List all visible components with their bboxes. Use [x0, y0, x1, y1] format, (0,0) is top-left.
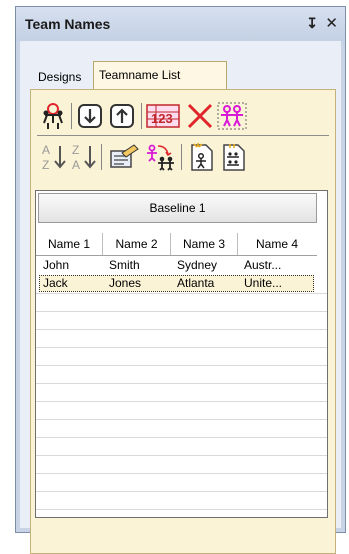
- renumber-icon: 123: [146, 104, 180, 128]
- close-icon[interactable]: ✕: [325, 14, 338, 32]
- table-cell[interactable]: Austr...: [244, 258, 281, 272]
- sort-desc-bottom: A: [72, 158, 80, 172]
- select-all-people-button[interactable]: [217, 99, 247, 133]
- header-divider: [36, 255, 317, 256]
- row-divider: [36, 365, 327, 366]
- tab-designs[interactable]: Designs: [33, 65, 97, 89]
- toolbar-separator: [141, 103, 142, 129]
- panel-body: Designs Teamname List 123 A Z Z A Baseli…: [20, 41, 341, 554]
- sort-descending-button[interactable]: Z A: [69, 140, 99, 174]
- move-up-button[interactable]: [107, 99, 137, 133]
- toolbar-separator: [101, 144, 102, 170]
- sort-ascending-icon: A Z: [42, 143, 66, 172]
- tab-teamname-list[interactable]: Teamname List: [93, 61, 227, 90]
- row-divider: [36, 455, 327, 456]
- import-button[interactable]: [187, 140, 217, 174]
- sort-desc-top: Z: [72, 143, 79, 157]
- toolbar-row-1: 123: [37, 99, 329, 133]
- move-up-icon: [110, 104, 134, 128]
- toolbar-separator: [71, 103, 72, 129]
- swap-people-button[interactable]: [143, 140, 177, 174]
- toolbar-row-2: A Z Z A: [37, 140, 329, 174]
- teamname-list-panel: 123 A Z Z A Baseline 1 Name 1 Name 2 Nam…: [30, 89, 336, 554]
- table-cell[interactable]: Unite...: [244, 276, 282, 290]
- column-header-name-3[interactable]: Name 3: [171, 233, 238, 255]
- move-down-button[interactable]: [75, 99, 105, 133]
- pin-icon[interactable]: ↧: [306, 15, 318, 32]
- edit-sheet-icon: [110, 144, 139, 168]
- title-bar: Team Names ↧ ✕: [16, 7, 345, 41]
- svg-text:123: 123: [151, 111, 173, 126]
- import-icon: [191, 143, 213, 171]
- sort-descending-icon: Z A: [72, 143, 96, 172]
- delete-button[interactable]: [185, 99, 215, 133]
- export-button[interactable]: [219, 140, 249, 174]
- row-divider: [36, 383, 327, 384]
- renumber-button[interactable]: 123: [145, 99, 181, 133]
- table-cell[interactable]: Sydney: [177, 258, 217, 272]
- sort-ascending-button[interactable]: A Z: [39, 140, 69, 174]
- export-icon: [223, 144, 245, 171]
- toolbar-separator: [181, 144, 182, 170]
- table-cell[interactable]: John: [43, 258, 69, 272]
- column-header-name-2[interactable]: Name 2: [103, 233, 171, 255]
- row-divider: [36, 347, 327, 348]
- table-cell[interactable]: Atlanta: [177, 276, 214, 290]
- edit-sheet-button[interactable]: [107, 140, 141, 174]
- swap-people-icon: [147, 144, 174, 171]
- row-divider: [36, 473, 327, 474]
- toolbar-divider: [37, 135, 329, 136]
- row-divider: [36, 419, 327, 420]
- row-divider: [36, 311, 327, 312]
- sort-asc-top: A: [42, 143, 50, 157]
- row-divider: [36, 293, 327, 294]
- column-header-name-1[interactable]: Name 1: [36, 233, 103, 255]
- add-person-button[interactable]: [39, 99, 69, 133]
- sort-asc-bottom: Z: [42, 158, 49, 172]
- row-divider: [36, 437, 327, 438]
- table-cell[interactable]: Jack: [43, 276, 68, 290]
- column-header-name-4[interactable]: Name 4: [238, 233, 316, 255]
- delete-icon: [187, 103, 213, 129]
- move-down-icon: [78, 104, 102, 128]
- team-names-window: Team Names ↧ ✕ Designs Teamname List 123…: [15, 6, 346, 554]
- baseline-header-button[interactable]: Baseline 1: [38, 193, 317, 223]
- table-cell[interactable]: Jones: [109, 276, 141, 290]
- team-name-grid[interactable]: Baseline 1 Name 1 Name 2 Name 3 Name 4 J…: [35, 190, 328, 518]
- row-divider: [36, 329, 327, 330]
- row-divider: [36, 509, 327, 510]
- row-divider: [36, 491, 327, 492]
- select-all-people-icon: [217, 102, 247, 130]
- window-title: Team Names: [25, 16, 111, 32]
- row-divider: [36, 401, 327, 402]
- table-cell[interactable]: Smith: [109, 258, 140, 272]
- add-person-icon: [43, 103, 63, 129]
